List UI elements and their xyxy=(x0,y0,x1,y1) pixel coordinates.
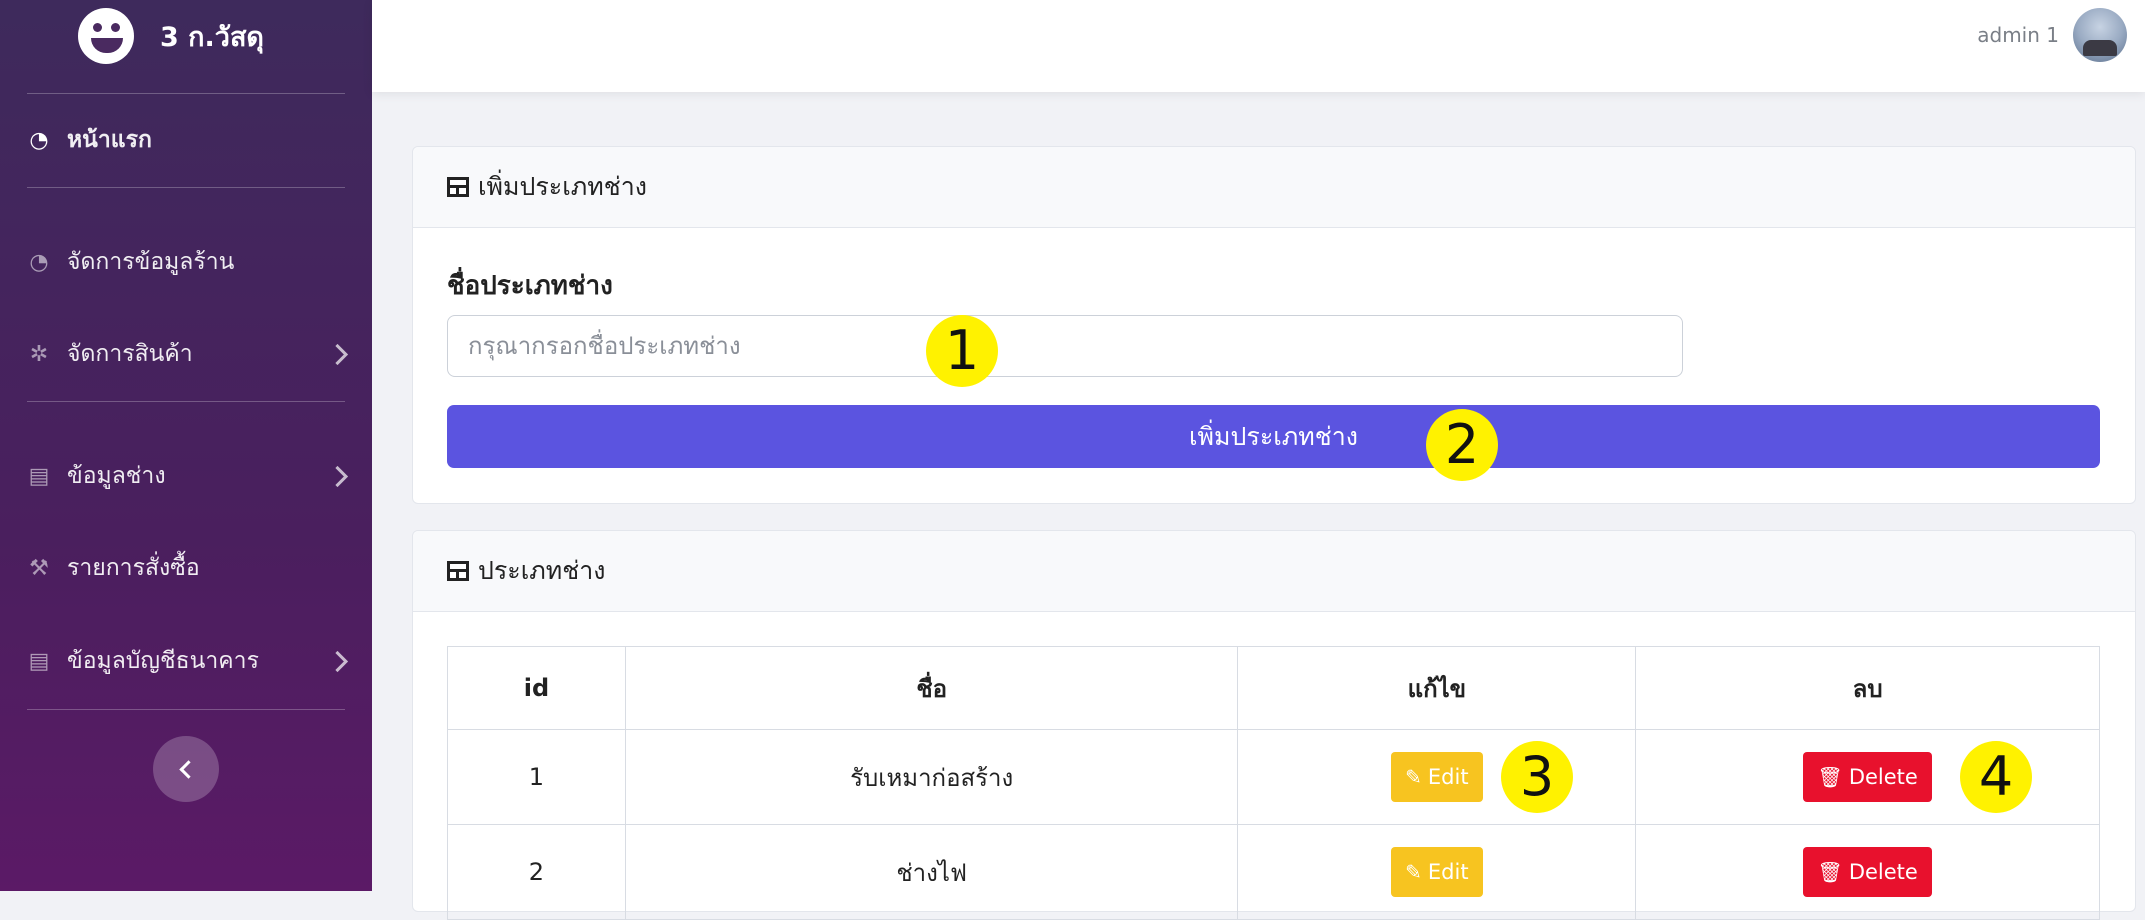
wink-face-logo-icon xyxy=(78,8,134,64)
annotation-marker-1: 1 xyxy=(926,315,998,387)
cell-edit: ✎ Edit xyxy=(1237,729,1637,825)
cell-id: 1 xyxy=(447,729,626,825)
table-row: 1 รับเหมาก่อสร้าง ✎ Edit 🗑 Delete xyxy=(447,729,2100,825)
cell-edit: ✎ Edit xyxy=(1237,824,1637,920)
sidebar-item-label: จัดการข้อมูลร้าน xyxy=(67,249,235,275)
cell-delete: 🗑 Delete xyxy=(1635,824,2100,920)
sidebar-collapse-button[interactable] xyxy=(153,736,219,802)
column-header-delete: ลบ xyxy=(1635,646,2100,730)
gear-icon: ✲ xyxy=(29,341,49,367)
sidebar-item-orders[interactable]: ⚒ รายการสั่งซื้อ xyxy=(27,548,345,588)
card-title: ประเภทช่าง xyxy=(478,556,606,585)
cell-name: รับเหมาก่อสร้าง xyxy=(624,729,1239,825)
sidebar-item-home[interactable]: ◔ หน้าแรก xyxy=(27,120,345,160)
edit-button-label: Edit xyxy=(1427,765,1469,789)
delete-button[interactable]: 🗑 Delete xyxy=(1803,752,1932,802)
card-title: เพิ่มประเภทช่าง xyxy=(478,172,647,201)
brand-name: 3 ก.วัสดุ xyxy=(160,21,264,53)
add-technician-type-card: เพิ่มประเภทช่าง ชื่อประเภทช่าง เพิ่มประเ… xyxy=(412,146,2136,504)
wrench-icon: ⚒ xyxy=(29,555,49,581)
dashboard-gauge-icon: ◔ xyxy=(29,249,49,275)
list-icon: ▤ xyxy=(28,463,50,489)
edit-icon: ✎ xyxy=(1405,765,1422,789)
chevron-right-icon xyxy=(326,465,349,487)
sidebar-item-shop-data[interactable]: ◔ จัดการข้อมูลร้าน xyxy=(27,242,345,282)
add-technician-type-button[interactable]: เพิ่มประเภทช่าง xyxy=(447,405,2100,468)
edit-button[interactable]: ✎ Edit xyxy=(1391,847,1483,897)
technician-type-name-label: ชื่อประเภทช่าง xyxy=(447,271,613,301)
card-header: เพิ่มประเภทช่าง xyxy=(413,147,2135,228)
table-icon xyxy=(447,177,469,197)
trash-icon: 🗑 xyxy=(1817,860,1843,884)
table-header-row: id ชื่อ แก้ไข ลบ xyxy=(447,646,2100,730)
technician-types-table: id ชื่อ แก้ไข ลบ 1 รับเหมาก่อสร้าง ✎ Edi… xyxy=(447,646,2100,920)
technician-types-card: ประเภทช่าง id ชื่อ แก้ไข ลบ 1 รับเหมาก่อ… xyxy=(412,530,2136,920)
sidebar-divider xyxy=(27,187,345,188)
sidebar-divider xyxy=(27,401,345,402)
technician-type-name-input[interactable] xyxy=(447,315,1683,377)
cell-name: ช่างไฟ xyxy=(624,824,1239,920)
chevron-right-icon xyxy=(326,650,349,672)
sidebar-item-label: รายการสั่งซื้อ xyxy=(67,555,200,581)
column-header-id: id xyxy=(447,646,626,730)
edit-icon: ✎ xyxy=(1405,860,1422,884)
table-icon xyxy=(447,561,469,581)
user-menu[interactable]: admin 1 xyxy=(1977,8,2127,62)
user-name: admin 1 xyxy=(1977,23,2059,47)
list-icon: ▤ xyxy=(28,648,50,674)
chevron-left-icon xyxy=(179,759,198,779)
sidebar-item-products[interactable]: ✲ จัดการสินค้า xyxy=(27,334,349,374)
delete-button[interactable]: 🗑 Delete xyxy=(1803,847,1932,897)
topbar: admin 1 xyxy=(372,0,2145,92)
brand[interactable]: 3 ก.วัสดุ xyxy=(78,8,264,64)
sidebar-item-bank-accounts[interactable]: ▤ ข้อมูลบัญชีธนาคาร xyxy=(27,641,349,681)
annotation-marker-2: 2 xyxy=(1426,409,1498,481)
sidebar-item-technicians[interactable]: ▤ ข้อมูลช่าง xyxy=(27,456,349,496)
edit-button[interactable]: ✎ Edit xyxy=(1391,752,1483,802)
sidebar-item-label: ข้อมูลช่าง xyxy=(67,463,166,489)
trash-icon: 🗑 xyxy=(1817,765,1843,789)
sidebar-item-label: จัดการสินค้า xyxy=(67,341,193,367)
delete-button-label: Delete xyxy=(1848,860,1918,884)
cell-id: 2 xyxy=(447,824,626,920)
delete-button-label: Delete xyxy=(1848,765,1918,789)
table-row: 2 ช่างไฟ ✎ Edit 🗑 Delete xyxy=(447,824,2100,920)
card-header: ประเภทช่าง xyxy=(413,531,2135,612)
chevron-right-icon xyxy=(326,343,349,365)
annotation-marker-4: 4 xyxy=(1960,741,2032,813)
column-header-edit: แก้ไข xyxy=(1237,646,1637,730)
annotation-marker-3: 3 xyxy=(1501,741,1573,813)
sidebar-divider xyxy=(27,93,345,94)
edit-button-label: Edit xyxy=(1427,860,1469,884)
avatar[interactable] xyxy=(2073,8,2127,62)
sidebar-divider xyxy=(27,709,345,710)
dashboard-gauge-icon: ◔ xyxy=(29,127,49,153)
sidebar: 3 ก.วัสดุ ◔ หน้าแรก ◔ จัดการข้อมูลร้าน ✲… xyxy=(0,0,372,891)
sidebar-item-label: ข้อมูลบัญชีธนาคาร xyxy=(67,648,259,674)
sidebar-item-label: หน้าแรก xyxy=(67,127,152,153)
column-header-name: ชื่อ xyxy=(624,646,1239,730)
